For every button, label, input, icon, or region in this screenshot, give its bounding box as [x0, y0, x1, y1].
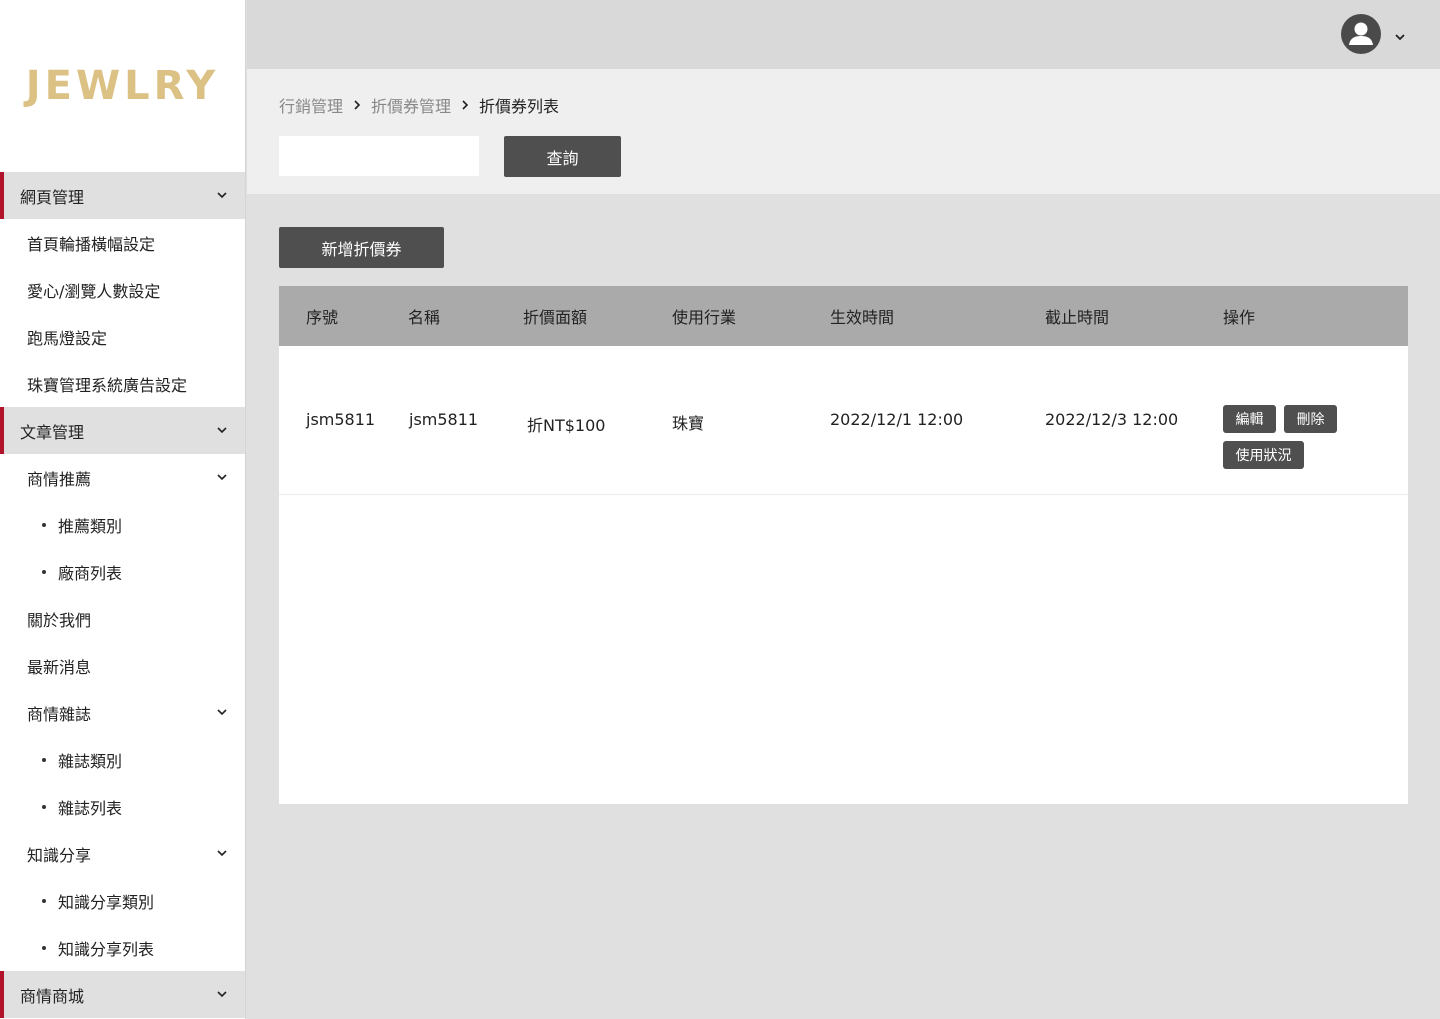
chevron-down-icon	[217, 473, 227, 483]
sidebar-item-business-recommend[interactable]: 商情推薦	[0, 454, 245, 501]
table-row: jsm5811 jsm5811 折NT$100 珠寶 2022/12/1 12:…	[279, 346, 1408, 495]
sidebar-item-label: 珠寶管理系統廣告設定	[27, 375, 188, 395]
top-bar	[247, 0, 1440, 69]
chevron-right-icon	[353, 99, 361, 111]
edit-button[interactable]: 編輯	[1223, 405, 1276, 433]
sidebar-item-label: 商情雜誌	[27, 704, 92, 724]
add-coupon-button[interactable]: 新增折價券	[279, 227, 444, 268]
bullet-icon	[42, 522, 46, 527]
sidebar-item-label: 雜誌列表	[58, 798, 123, 818]
sidebar-subitem-recommend-category[interactable]: 推薦類別	[0, 501, 245, 548]
bullet-icon	[42, 569, 46, 574]
sidebar-item-label: 知識分享	[27, 845, 92, 865]
breadcrumb-item-coupon-list: 折價券列表	[479, 97, 560, 116]
chevron-down-icon	[217, 191, 227, 201]
search-input[interactable]	[279, 136, 479, 176]
sidebar-item-label: 首頁輪播橫幅設定	[27, 234, 156, 254]
sidebar-item-heart-views[interactable]: 愛心/瀏覽人數設定	[0, 266, 245, 313]
sidebar-section-label: 商情商城	[20, 986, 85, 1006]
table-header: 序號 名稱 折價面額 使用行業 生效時間 截止時間 操作	[279, 286, 1408, 346]
breadcrumb: 行銷管理 折價券管理 折價券列表	[279, 93, 559, 117]
usage-status-button[interactable]: 使用狀況	[1223, 441, 1304, 469]
bullet-icon	[42, 804, 46, 809]
sidebar-item-label: 知識分享類別	[58, 892, 155, 912]
sidebar-section-business-mall[interactable]: 商情商城	[0, 971, 245, 1018]
sidebar-section-label: 網頁管理	[20, 187, 85, 207]
filter-panel: 行銷管理 折價券管理 折價券列表 查詢	[247, 69, 1440, 194]
column-header-end-time: 截止時間	[1045, 308, 1110, 327]
cell-start-time: 2022/12/1 12:00	[830, 410, 964, 429]
sidebar-section-article-management[interactable]: 文章管理	[0, 407, 245, 454]
sidebar-item-label: 知識分享列表	[58, 939, 155, 959]
sidebar-item-jewelry-ads[interactable]: 珠寶管理系統廣告設定	[0, 360, 245, 407]
cell-amount: 折NT$100	[527, 416, 606, 435]
logo[interactable]: JEWLRY	[0, 0, 245, 172]
chevron-down-icon	[217, 849, 227, 859]
sidebar-item-label: 最新消息	[27, 657, 92, 677]
sidebar-section-web-management[interactable]: 網頁管理	[0, 172, 245, 219]
column-header-industry: 使用行業	[672, 308, 737, 327]
sidebar-item-label: 廠商列表	[58, 563, 123, 583]
bullet-icon	[42, 757, 46, 762]
sidebar-item-label: 關於我們	[27, 610, 92, 630]
user-avatar-icon[interactable]	[1341, 14, 1381, 54]
sidebar: JEWLRY 網頁管理 首頁輪播橫幅設定 愛心/瀏覽人數設定 跑馬燈設定 珠寶管…	[0, 0, 246, 1019]
column-header-serial: 序號	[306, 308, 339, 327]
breadcrumb-item-coupon-management[interactable]: 折價券管理	[371, 93, 451, 117]
bullet-icon	[42, 898, 46, 903]
chevron-down-icon[interactable]	[1394, 28, 1406, 41]
chevron-down-icon	[217, 708, 227, 718]
cell-name: jsm5811	[409, 410, 479, 429]
sidebar-item-business-magazine[interactable]: 商情雜誌	[0, 689, 245, 736]
column-header-amount: 折價面額	[523, 308, 588, 327]
cell-industry: 珠寶	[672, 414, 705, 433]
query-button[interactable]: 查詢	[504, 136, 621, 177]
sidebar-item-marquee[interactable]: 跑馬燈設定	[0, 313, 245, 360]
sidebar-item-about-us[interactable]: 關於我們	[0, 595, 245, 642]
sidebar-item-home-banner[interactable]: 首頁輪播橫幅設定	[0, 219, 245, 266]
breadcrumb-item-marketing[interactable]: 行銷管理	[279, 93, 343, 117]
sidebar-subitem-magazine-category[interactable]: 雜誌類別	[0, 736, 245, 783]
sidebar-item-label: 愛心/瀏覽人數設定	[27, 281, 161, 301]
sidebar-item-label: 跑馬燈設定	[27, 328, 108, 348]
sidebar-subitem-knowledge-list[interactable]: 知識分享列表	[0, 924, 245, 971]
column-header-name: 名稱	[408, 308, 441, 327]
sidebar-subitem-knowledge-category[interactable]: 知識分享類別	[0, 877, 245, 924]
chevron-down-icon	[217, 426, 227, 436]
column-header-start-time: 生效時間	[830, 308, 895, 327]
sidebar-item-latest-news[interactable]: 最新消息	[0, 642, 245, 689]
sidebar-item-label: 商情推薦	[27, 469, 92, 489]
cell-end-time: 2022/12/3 12:00	[1045, 410, 1179, 429]
column-header-actions: 操作	[1223, 308, 1256, 327]
chevron-down-icon	[217, 990, 227, 1000]
chevron-right-icon	[461, 99, 469, 111]
sidebar-item-label: 推薦類別	[58, 516, 123, 536]
sidebar-subitem-magazine-list[interactable]: 雜誌列表	[0, 783, 245, 830]
bullet-icon	[42, 945, 46, 950]
sidebar-subitem-vendor-list[interactable]: 廠商列表	[0, 548, 245, 595]
delete-button[interactable]: 刪除	[1284, 405, 1337, 433]
sidebar-item-label: 雜誌類別	[58, 751, 123, 771]
sidebar-section-label: 文章管理	[20, 422, 85, 442]
logo-text: JEWLRY	[25, 63, 220, 109]
sidebar-item-knowledge-share[interactable]: 知識分享	[0, 830, 245, 877]
coupon-table: 序號 名稱 折價面額 使用行業 生效時間 截止時間 操作 jsm5811 jsm…	[279, 286, 1408, 804]
cell-serial: jsm5811	[306, 410, 376, 429]
